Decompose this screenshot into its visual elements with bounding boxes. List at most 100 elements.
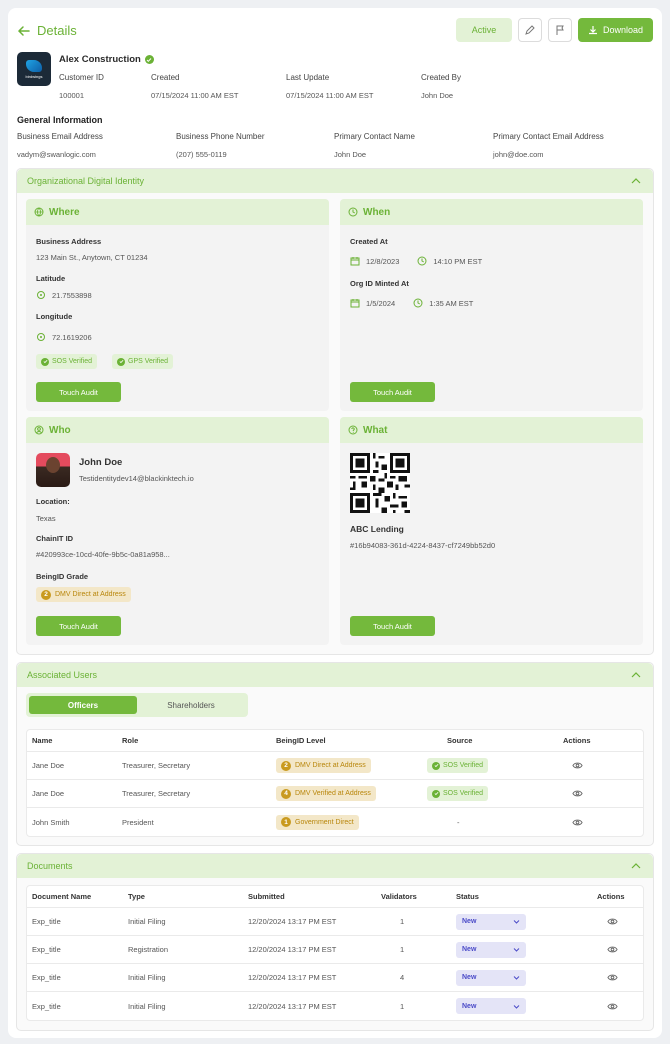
back-link[interactable]: Details	[17, 23, 77, 38]
users-tabs: Officers Shareholders	[26, 693, 248, 717]
table-row: Exp_title Initial Filing 12/20/2024 13:1…	[27, 964, 643, 992]
meta-created: Created 07/15/2024 11:00 AM EST	[151, 73, 239, 100]
edit-button[interactable]	[517, 18, 542, 42]
who-header: Who	[26, 417, 329, 443]
level-badge: 1 Government Direct	[276, 814, 359, 830]
download-icon	[588, 26, 597, 35]
longitude-value: 72.1619206	[52, 332, 92, 342]
what-name: ABC Lending	[350, 524, 404, 534]
gi-contact-email: Primary Contact Email Address john@doe.co…	[493, 132, 604, 159]
flag-button[interactable]	[547, 18, 572, 42]
address-label: Business Address	[36, 237, 102, 246]
table-row: Jane Doe Treasurer, Secretary 2 DMV Direc…	[27, 752, 643, 780]
odi-title: Organizational Digital Identity	[27, 176, 145, 186]
minted-date: 1/5/2024	[366, 298, 396, 308]
company-name-row: Alex Construction	[59, 54, 154, 65]
when-touch-audit-button[interactable]: Touch Audit	[350, 382, 435, 402]
company-logo: birdwings	[17, 52, 51, 86]
eye-icon[interactable]	[607, 1001, 618, 1012]
user-circle-icon	[34, 425, 44, 435]
minted-at-row: 1/5/2024 1:35 AM EST	[350, 298, 473, 308]
chevron-down-icon	[513, 948, 520, 952]
created-time: 14:10 PM EST	[433, 256, 483, 266]
eye-icon[interactable]	[572, 817, 583, 828]
latitude-row: 21.7553898	[36, 290, 92, 300]
users-table-header: Name Role BeingID Level Source Actions	[27, 730, 643, 752]
when-header: When	[340, 199, 643, 225]
arrow-left-icon	[17, 25, 30, 36]
sos-verified-tag: SOS Verified	[36, 354, 98, 369]
latitude-value: 21.7553898	[52, 290, 92, 300]
documents-panel: Documents Document Name Type Submitted V…	[16, 853, 654, 1031]
level-badge: 2 DMV Direct at Address	[276, 758, 371, 773]
verified-check-icon	[144, 55, 154, 64]
longitude-row: 72.1619206	[36, 332, 92, 342]
page-header: Details Active Download	[17, 18, 653, 53]
where-title: Where	[49, 206, 80, 218]
clock-icon	[413, 298, 423, 308]
chevron-up-icon[interactable]	[631, 670, 641, 680]
chevron-down-icon	[513, 1004, 520, 1009]
tab-shareholders[interactable]: Shareholders	[137, 696, 245, 714]
chevron-up-icon[interactable]	[631, 861, 641, 871]
meta-last-update: Last Update 07/15/2024 11:00 AM EST	[286, 73, 374, 100]
latitude-label: Latitude	[36, 274, 66, 283]
gi-business-phone: Business Phone Number (207) 555-0119	[176, 132, 265, 159]
eye-icon[interactable]	[572, 760, 583, 771]
table-row: Exp_title Initial Filing 12/20/2024 13:1…	[27, 908, 643, 936]
status-select[interactable]: New	[456, 941, 526, 958]
col-validators: Validators	[381, 892, 417, 901]
chevron-down-icon	[513, 976, 520, 980]
status-badge: Active	[455, 18, 512, 42]
who-touch-audit-button[interactable]: Touch Audit	[36, 616, 121, 636]
col-actions: Actions	[597, 892, 625, 901]
what-title: What	[363, 424, 388, 436]
col-status: Status	[456, 892, 479, 901]
created-at-label: Created At	[350, 237, 388, 246]
location-value: Texas	[36, 514, 56, 523]
documents-table: Document Name Type Submitted Validators …	[26, 885, 644, 1021]
eye-icon[interactable]	[607, 916, 618, 927]
calendar-icon	[350, 257, 360, 266]
chevron-down-icon	[513, 920, 520, 924]
odi-panel: Organizational Digital Identity Where Bu…	[16, 168, 654, 655]
users-header[interactable]: Associated Users	[17, 663, 653, 687]
odi-header[interactable]: Organizational Digital Identity	[17, 169, 653, 193]
col-submitted: Submitted	[248, 892, 285, 901]
who-name: John Doe	[79, 457, 123, 468]
when-title: When	[363, 206, 391, 218]
where-touch-audit-button[interactable]: Touch Audit	[36, 382, 121, 402]
company-name: Alex Construction	[59, 54, 141, 65]
table-row: Exp_title Initial Filing 12/20/2024 13:1…	[27, 992, 643, 1020]
bird-logo-icon	[26, 59, 42, 72]
level-badge: 4 DMV Verified at Address	[276, 786, 376, 801]
eye-icon[interactable]	[607, 972, 618, 983]
check-icon	[432, 789, 440, 798]
tab-officers[interactable]: Officers	[29, 696, 137, 714]
eye-icon[interactable]	[607, 944, 618, 955]
where-header: Where	[26, 199, 329, 225]
download-button[interactable]: Download	[577, 18, 653, 42]
col-source: Source	[447, 736, 473, 745]
status-select[interactable]: New	[456, 969, 526, 986]
created-at-row: 12/8/2023 14:10 PM EST	[350, 256, 482, 266]
documents-header[interactable]: Documents	[17, 854, 653, 878]
users-table: Name Role BeingID Level Source Actions J…	[26, 729, 644, 837]
grade-badge: 2 DMV Direct at Address	[36, 587, 131, 602]
pencil-icon	[525, 25, 535, 35]
status-select[interactable]: New	[456, 998, 526, 1014]
who-card: Who John Doe Testidentitydev14@blackinkt…	[26, 417, 329, 645]
address-value: 123 Main St., Anytown, CT 01234	[36, 253, 148, 262]
header-actions: Active Download	[455, 18, 653, 42]
col-type: Type	[128, 892, 145, 901]
grade-text: DMV Direct at Address	[55, 591, 126, 598]
what-touch-audit-button[interactable]: Touch Audit	[350, 616, 435, 636]
minted-at-label: Org ID Minted At	[350, 279, 409, 288]
longitude-label: Longitude	[36, 312, 73, 321]
grade-label: BeingID Grade	[36, 572, 89, 581]
documents-title: Documents	[27, 861, 73, 871]
eye-icon[interactable]	[572, 788, 583, 799]
status-select[interactable]: New	[456, 913, 526, 930]
chevron-up-icon[interactable]	[631, 176, 641, 186]
users-title: Associated Users	[27, 670, 98, 680]
